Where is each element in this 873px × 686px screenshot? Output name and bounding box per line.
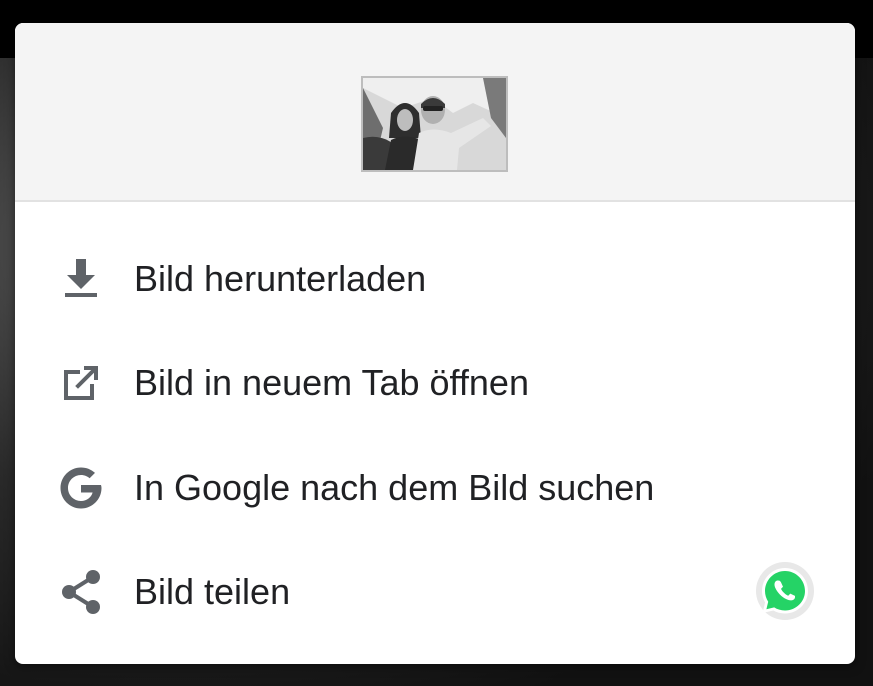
menu-item-open-in-new-tab[interactable]: Bild in neuem Tab öffnen bbox=[15, 331, 855, 435]
whatsapp-icon[interactable] bbox=[754, 560, 816, 622]
google-g-icon bbox=[55, 462, 107, 514]
menu-item-label: Bild in neuem Tab öffnen bbox=[134, 362, 529, 403]
open-in-new-icon bbox=[55, 357, 107, 409]
menu-item-label: Bild teilen bbox=[134, 571, 291, 612]
download-icon bbox=[55, 253, 107, 305]
share-icon bbox=[55, 566, 107, 618]
menu-item-label: Bild herunterladen bbox=[134, 258, 427, 299]
image-thumbnail bbox=[361, 76, 508, 172]
menu-item-label: In Google nach dem Bild suchen bbox=[134, 467, 655, 508]
menu-item-share-image[interactable]: Bild teilen bbox=[15, 540, 855, 644]
menu-item-download-image[interactable]: Bild herunterladen bbox=[15, 227, 855, 331]
menu-item-search-google[interactable]: In Google nach dem Bild suchen bbox=[15, 436, 855, 540]
menu-header bbox=[15, 23, 855, 202]
image-context-menu: Bild herunterladen Bild in neuem Tab öff… bbox=[15, 23, 855, 664]
